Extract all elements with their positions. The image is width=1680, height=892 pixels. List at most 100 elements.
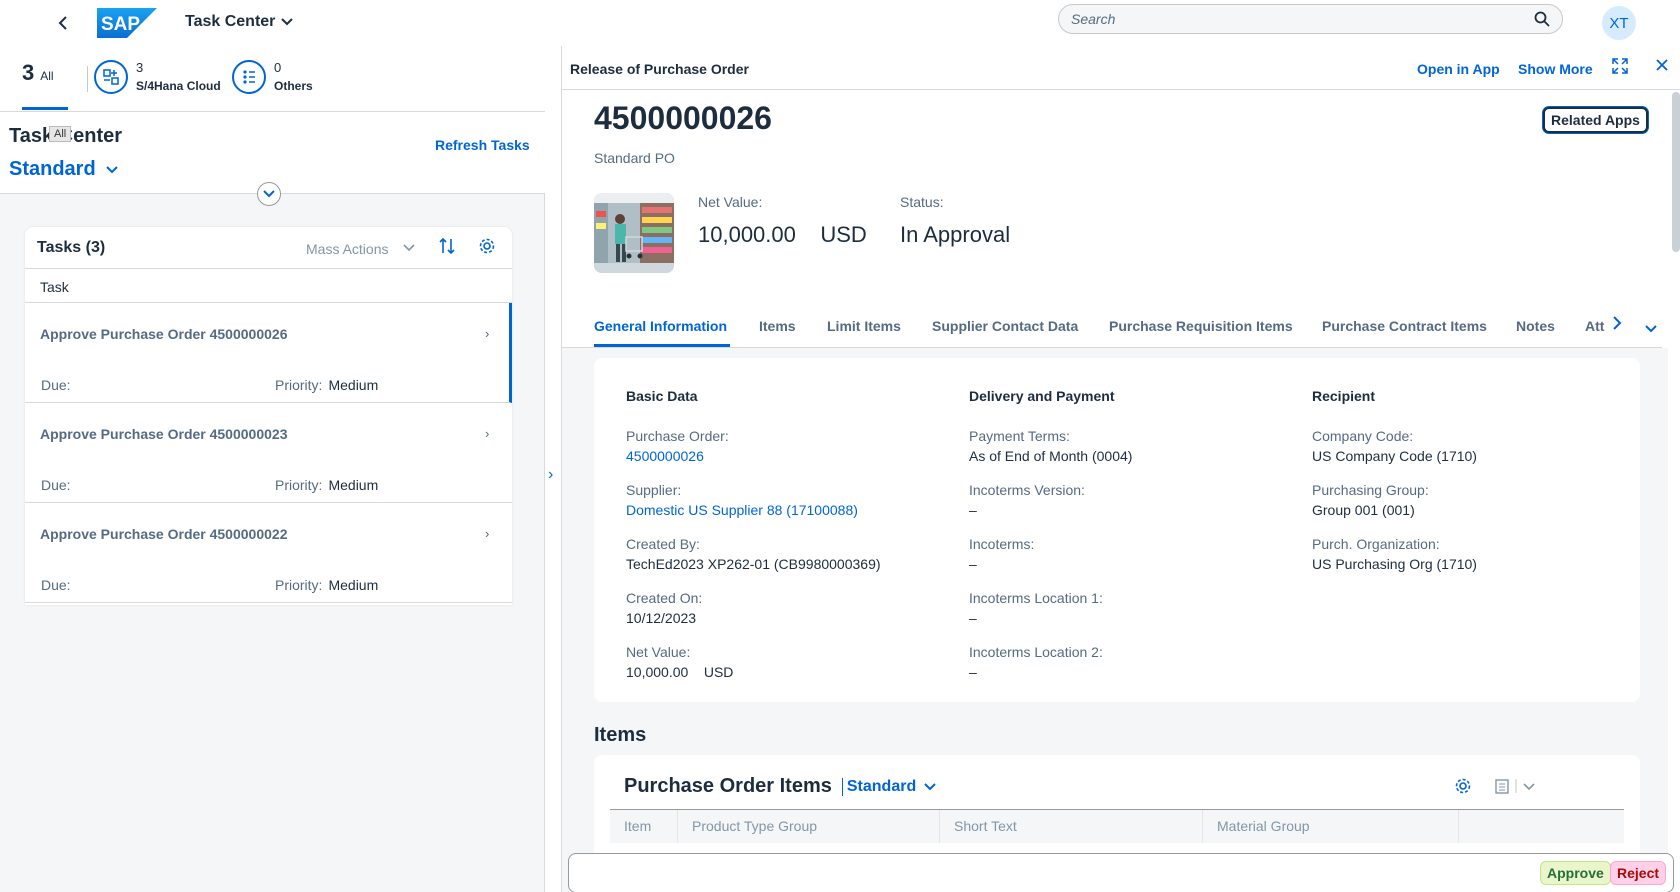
purchase-order-link[interactable]: 4500000026 bbox=[626, 448, 946, 464]
tab-all-count: 3 bbox=[22, 60, 35, 85]
recipient-group: Recipient Company Code: US Company Code (… bbox=[1312, 388, 1632, 590]
tab-all-label: All bbox=[40, 69, 54, 83]
field-incoterms-version: Incoterms Version: – bbox=[969, 482, 1085, 518]
chevron-down-icon bbox=[924, 782, 936, 790]
due-label: Due: bbox=[41, 477, 71, 493]
basic-data-heading: Basic Data bbox=[626, 388, 698, 404]
field-incoterms-location-2: Incoterms Location 2: – bbox=[969, 644, 1103, 680]
tooltip: All bbox=[49, 126, 72, 142]
chevron-right-icon: › bbox=[485, 526, 490, 541]
task-name: Approve Purchase Order 4500000026 bbox=[40, 326, 288, 342]
chevron-down-icon bbox=[281, 18, 294, 26]
variant-label: Standard bbox=[9, 158, 96, 180]
chevron-down-icon bbox=[105, 165, 118, 173]
mass-actions-button[interactable]: Mass Actions bbox=[306, 241, 388, 257]
vertical-scrollbar[interactable] bbox=[1672, 92, 1680, 252]
items-section-title: Items bbox=[594, 724, 647, 746]
tab-others-count: 0 bbox=[274, 60, 282, 75]
related-apps-button[interactable]: Related Apps bbox=[1543, 107, 1648, 133]
section-tab-bar: General Information Items Limit Items Su… bbox=[562, 304, 1662, 348]
task-row[interactable]: Approve Purchase Order 4500000026 › Due:… bbox=[25, 303, 512, 403]
supplier-link[interactable]: Domestic US Supplier 88 (17100088) bbox=[626, 502, 946, 518]
task-list-pane: 3 All 3 S/4Hana Cloud 0 Others Task Cent… bbox=[0, 46, 545, 892]
column-header-product-type-group[interactable]: Product Type Group bbox=[678, 810, 940, 843]
tab-s4hana-count: 3 bbox=[136, 60, 144, 75]
refresh-tasks-button[interactable]: Refresh Tasks bbox=[435, 137, 530, 153]
tab-others-label: Others bbox=[274, 79, 313, 93]
task-row[interactable]: Approve Purchase Order 4500000023 › Due:… bbox=[25, 403, 512, 503]
chevron-right-icon[interactable] bbox=[1612, 316, 1622, 335]
tab-s4hana-cloud[interactable]: 3 S/4Hana Cloud bbox=[94, 60, 221, 94]
chevron-down-icon[interactable] bbox=[403, 239, 415, 257]
fullscreen-icon[interactable] bbox=[1611, 57, 1629, 80]
user-avatar[interactable]: XT bbox=[1602, 6, 1636, 40]
gear-icon[interactable] bbox=[1454, 777, 1472, 800]
priority-value: Medium bbox=[328, 477, 379, 493]
tab-items[interactable]: Items bbox=[759, 318, 796, 334]
approve-button[interactable]: Approve bbox=[1540, 861, 1611, 885]
tab-limit-items[interactable]: Limit Items bbox=[827, 318, 901, 334]
tab-purchase-requisition-items[interactable]: Purchase Requisition Items bbox=[1109, 318, 1293, 334]
chevron-down-icon[interactable] bbox=[1645, 320, 1657, 338]
back-icon[interactable] bbox=[52, 12, 74, 34]
column-header-material-group[interactable]: Material Group bbox=[1203, 810, 1459, 843]
pane-splitter[interactable]: › bbox=[545, 46, 562, 892]
show-more-button[interactable]: Show More bbox=[1518, 61, 1593, 77]
column-header-item[interactable]: Item bbox=[610, 810, 678, 843]
detail-content: Basic Data Purchase Order: 4500000026 Sup… bbox=[562, 348, 1668, 892]
search-input[interactable]: Search bbox=[1071, 11, 1534, 27]
status-label: Status: bbox=[900, 194, 944, 210]
object-title: 4500000026 bbox=[594, 100, 772, 136]
task-name: Approve Purchase Order 4500000022 bbox=[40, 526, 288, 542]
tab-all[interactable]: 3 All bbox=[22, 60, 68, 110]
app-title-menu[interactable]: Task Center bbox=[185, 13, 294, 31]
tab-attachments[interactable]: Att bbox=[1585, 318, 1613, 334]
priority-field: Priority: Medium bbox=[275, 477, 379, 493]
tab-notes[interactable]: Notes bbox=[1516, 318, 1555, 334]
tasks-title: Tasks (3) bbox=[37, 239, 106, 256]
table-variant-selector[interactable]: Standard bbox=[841, 777, 936, 796]
tasks-toolbar: Tasks (3) Mass Actions bbox=[25, 227, 512, 269]
export-icon[interactable] bbox=[1494, 777, 1538, 800]
field-company-code: Company Code: US Company Code (1710) bbox=[1312, 428, 1477, 464]
task-row[interactable]: Approve Purchase Order 4500000022 › Due:… bbox=[25, 503, 512, 603]
priority-field: Priority: Medium bbox=[275, 577, 379, 593]
due-label: Due: bbox=[41, 377, 71, 393]
shell-bar: SAP Task Center Search XT bbox=[0, 0, 1680, 46]
column-header-short-text[interactable]: Short Text bbox=[940, 810, 1203, 843]
svg-text:SAP: SAP bbox=[101, 14, 140, 35]
table-title: Purchase Order Items bbox=[624, 775, 832, 797]
table-title-bar: Purchase Order Items Standard bbox=[624, 775, 936, 798]
field-payment-terms: Payment Terms: As of End of Month (0004) bbox=[969, 428, 1133, 464]
variant-selector[interactable]: Standard bbox=[9, 158, 118, 181]
footer-action-bar: Approve Reject bbox=[568, 853, 1674, 892]
field-supplier: Supplier: Domestic US Supplier 88 (171000… bbox=[626, 482, 946, 518]
close-icon[interactable] bbox=[1654, 57, 1670, 78]
tasks-table: Tasks (3) Mass Actions Task Approve Purc… bbox=[25, 227, 512, 605]
net-value-currency: USD bbox=[820, 222, 867, 247]
search-field[interactable]: Search bbox=[1058, 4, 1563, 34]
chevron-right-icon[interactable]: › bbox=[548, 466, 553, 484]
open-in-app-button[interactable]: Open in App bbox=[1417, 61, 1500, 77]
others-icon bbox=[232, 60, 266, 94]
sort-icon[interactable] bbox=[438, 237, 456, 260]
tab-general-information[interactable]: General Information bbox=[594, 318, 727, 334]
priority-value: Medium bbox=[328, 577, 379, 593]
column-header-extra bbox=[1459, 810, 1624, 843]
sap-logo[interactable]: SAP bbox=[97, 8, 157, 38]
tab-purchase-contract-items[interactable]: Purchase Contract Items bbox=[1322, 318, 1487, 334]
kpi-status: Status: In Approval bbox=[900, 194, 1010, 248]
detail-header-title: Release of Purchase Order bbox=[570, 61, 749, 77]
collapse-header-button[interactable] bbox=[257, 182, 281, 206]
kpi-net-value: Net Value: 10,000.00 USD bbox=[698, 194, 867, 248]
tab-supplier-contact-data[interactable]: Supplier Contact Data bbox=[932, 318, 1078, 334]
tab-others[interactable]: 0 Others bbox=[232, 60, 313, 94]
gear-icon[interactable] bbox=[478, 237, 496, 260]
task-name: Approve Purchase Order 4500000023 bbox=[40, 426, 288, 442]
chevron-right-icon: › bbox=[485, 426, 490, 441]
detail-header-bar: Release of Purchase Order Open in App Sh… bbox=[562, 46, 1680, 90]
field-created-on: Created On: 10/12/2023 bbox=[626, 590, 703, 626]
search-icon[interactable] bbox=[1534, 11, 1550, 27]
active-tab-indicator bbox=[594, 344, 730, 347]
reject-button[interactable]: Reject bbox=[1610, 861, 1667, 885]
